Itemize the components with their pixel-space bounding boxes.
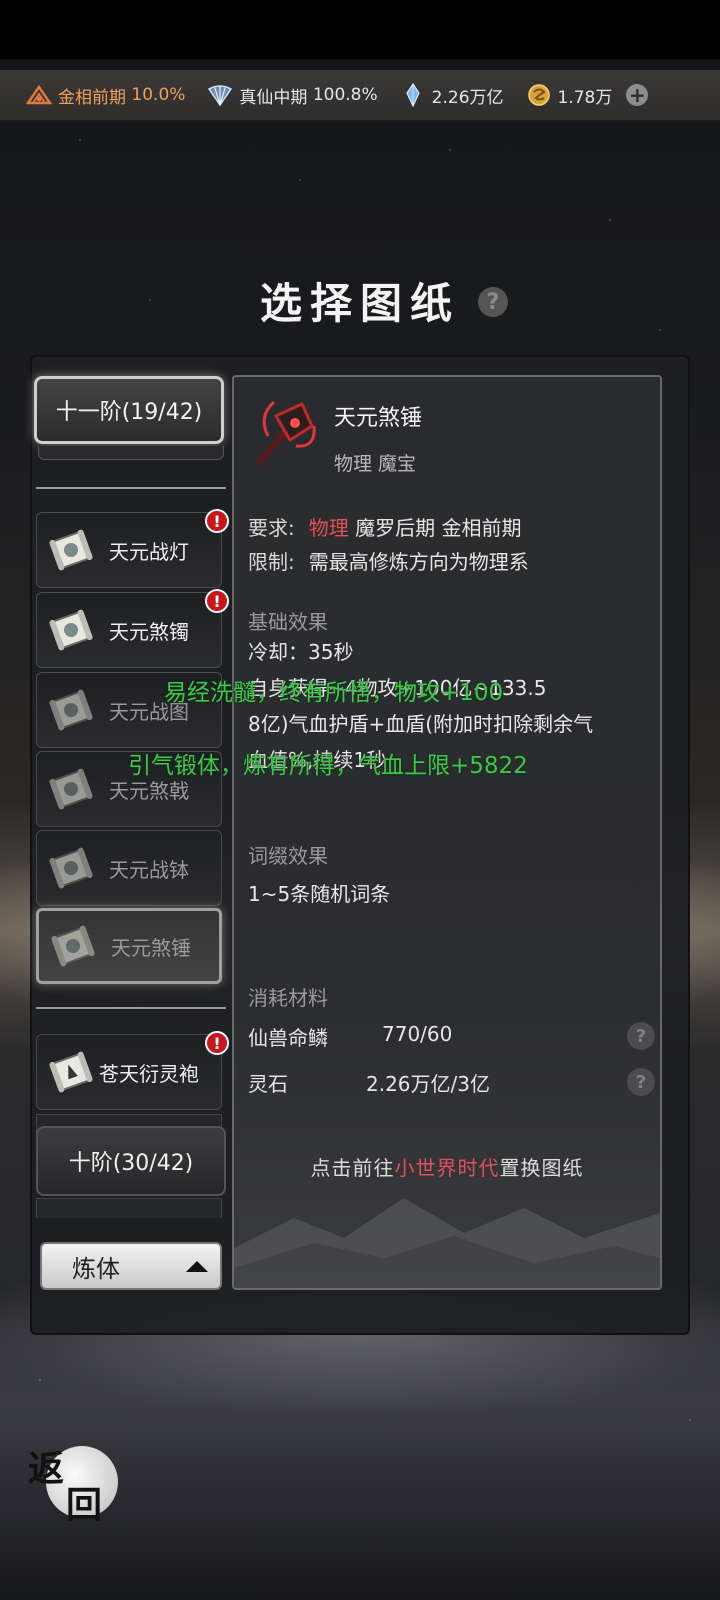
crystal-icon (405, 83, 420, 107)
scroll-icon (49, 1051, 93, 1093)
req-type: 物理 (308, 516, 349, 540)
item-name: 天元战钵 (109, 857, 189, 882)
blueprint-item[interactable]: 天元战钵 (36, 830, 222, 906)
floating-notice-1: 易经洗髓，终有所悟，物攻+100 (164, 680, 504, 706)
realm-icon (26, 84, 52, 105)
small-world-link[interactable]: 小世界时代 (395, 1156, 500, 1180)
alert-icon: ! (205, 509, 229, 533)
req-label: 要求: (248, 516, 295, 540)
coin-icon (527, 84, 550, 106)
dropdown-value: 炼体 (72, 1254, 120, 1283)
scroll-icon (49, 847, 93, 889)
scroll-icon (49, 768, 93, 810)
floating-notice-2: 引气锻体，炼有所得，气血上限+5822 (128, 753, 528, 779)
cooldown-text: 冷却：35秒 (248, 640, 354, 664)
alert-icon: ! (205, 1031, 229, 1055)
affix-effect-header: 词缀效果 (248, 844, 328, 868)
add-currency-button[interactable]: + (626, 84, 649, 106)
divider (36, 1007, 131, 1009)
tier-10-tab[interactable]: 十阶(30/42) (36, 1126, 226, 1196)
divider (131, 1007, 226, 1009)
material-name: 灵石 (248, 1072, 288, 1096)
back-char-1: 返 (28, 1448, 65, 1490)
divider (131, 487, 226, 489)
tier-list-edge (38, 446, 224, 460)
divider (36, 487, 131, 489)
coin-currency[interactable]: 1.78万 (526, 83, 613, 108)
coin-amount: 1.78万 (557, 87, 613, 108)
scroll-icon (49, 529, 93, 571)
crystal-amount: 2.26万亿 (431, 87, 504, 108)
material-help-icon[interactable]: ? (627, 1022, 655, 1050)
help-icon[interactable]: ? (478, 287, 508, 317)
crystal-currency[interactable]: 2.26万亿 (400, 83, 504, 108)
item-title: 天元煞锤 (334, 406, 423, 431)
materials-header: 消耗材料 (248, 986, 328, 1010)
alert-icon: ! (205, 589, 229, 613)
scroll-icon (49, 689, 93, 731)
limit-label: 限制: (248, 550, 295, 574)
material-name: 仙兽命鳞 (248, 1026, 328, 1050)
page-title: 选择图纸 (259, 279, 460, 328)
blueprint-item[interactable]: 天元战灯 ! (36, 509, 229, 588)
tier-11-tab[interactable]: 十一阶(19/42) (34, 376, 224, 444)
limit-text: 需最高修炼方向为物理系 (308, 550, 529, 574)
blueprint-item[interactable]: 天元煞镯 ! (36, 589, 229, 668)
blueprint-item-selected[interactable]: 天元煞锤 (36, 908, 222, 984)
item-name: 天元煞锤 (111, 935, 191, 960)
requirement-row: 要求: 物理 魔罗后期 金相前期 (248, 512, 521, 541)
back-button[interactable]: 返 回 (28, 1440, 118, 1526)
item-name: 天元煞镯 (109, 619, 189, 644)
category-dropdown[interactable]: 炼体 (40, 1242, 222, 1290)
exchange-hint: 点击前往小世界时代置换图纸 (232, 1152, 662, 1181)
realm1-pct: 10.0% (131, 85, 186, 105)
resource-bar: 金相前期 10.0% 真仙中期 100.8% 2.26万亿 1.78万 + (0, 70, 720, 122)
realm1-name: 金相前期 (58, 87, 126, 108)
req-rest: 魔罗后期 金相前期 (355, 516, 522, 540)
fan-icon (208, 85, 233, 107)
hint-prefix: 点击前往 (310, 1156, 395, 1180)
material-value: 2.26万亿/3亿 (366, 1072, 490, 1096)
section-shuangxiu: 双修 (36, 975, 322, 1041)
affix-text: 1~5条随机词条 (248, 882, 391, 906)
item-name: 苍天衍灵袍 (99, 1061, 199, 1086)
realm-progress-1[interactable]: 金相前期 10.0% (26, 83, 185, 108)
hammer-icon (257, 400, 316, 465)
realm2-name: 真仙中期 (239, 87, 308, 108)
realm-progress-2[interactable]: 真仙中期 100.8% (207, 83, 378, 108)
effect-line-2: 8亿)气血护盾+血盾(附加时扣除剩余气 (248, 712, 594, 736)
triangle-up-icon (186, 1260, 208, 1272)
section-xianmo: 仙魔 (36, 455, 322, 521)
material-help-icon[interactable]: ? (627, 1068, 655, 1096)
material-value: 770/60 (382, 1022, 453, 1046)
limit-row: 限制: 需最高修炼方向为物理系 (248, 546, 529, 575)
scroll-icon (51, 925, 95, 967)
realm2-pct: 100.8% (312, 85, 378, 105)
back-char-2: 回 (66, 1484, 103, 1526)
base-effect-header: 基础效果 (248, 610, 328, 634)
hint-suffix: 置换图纸 (499, 1156, 584, 1180)
item-name: 天元战灯 (109, 539, 189, 564)
blueprint-item[interactable]: 苍天衍灵袍 ! (36, 1031, 229, 1110)
list-item-partial (36, 1198, 222, 1218)
scroll-icon (49, 609, 93, 651)
item-tags: 物理 魔宝 (334, 453, 417, 475)
